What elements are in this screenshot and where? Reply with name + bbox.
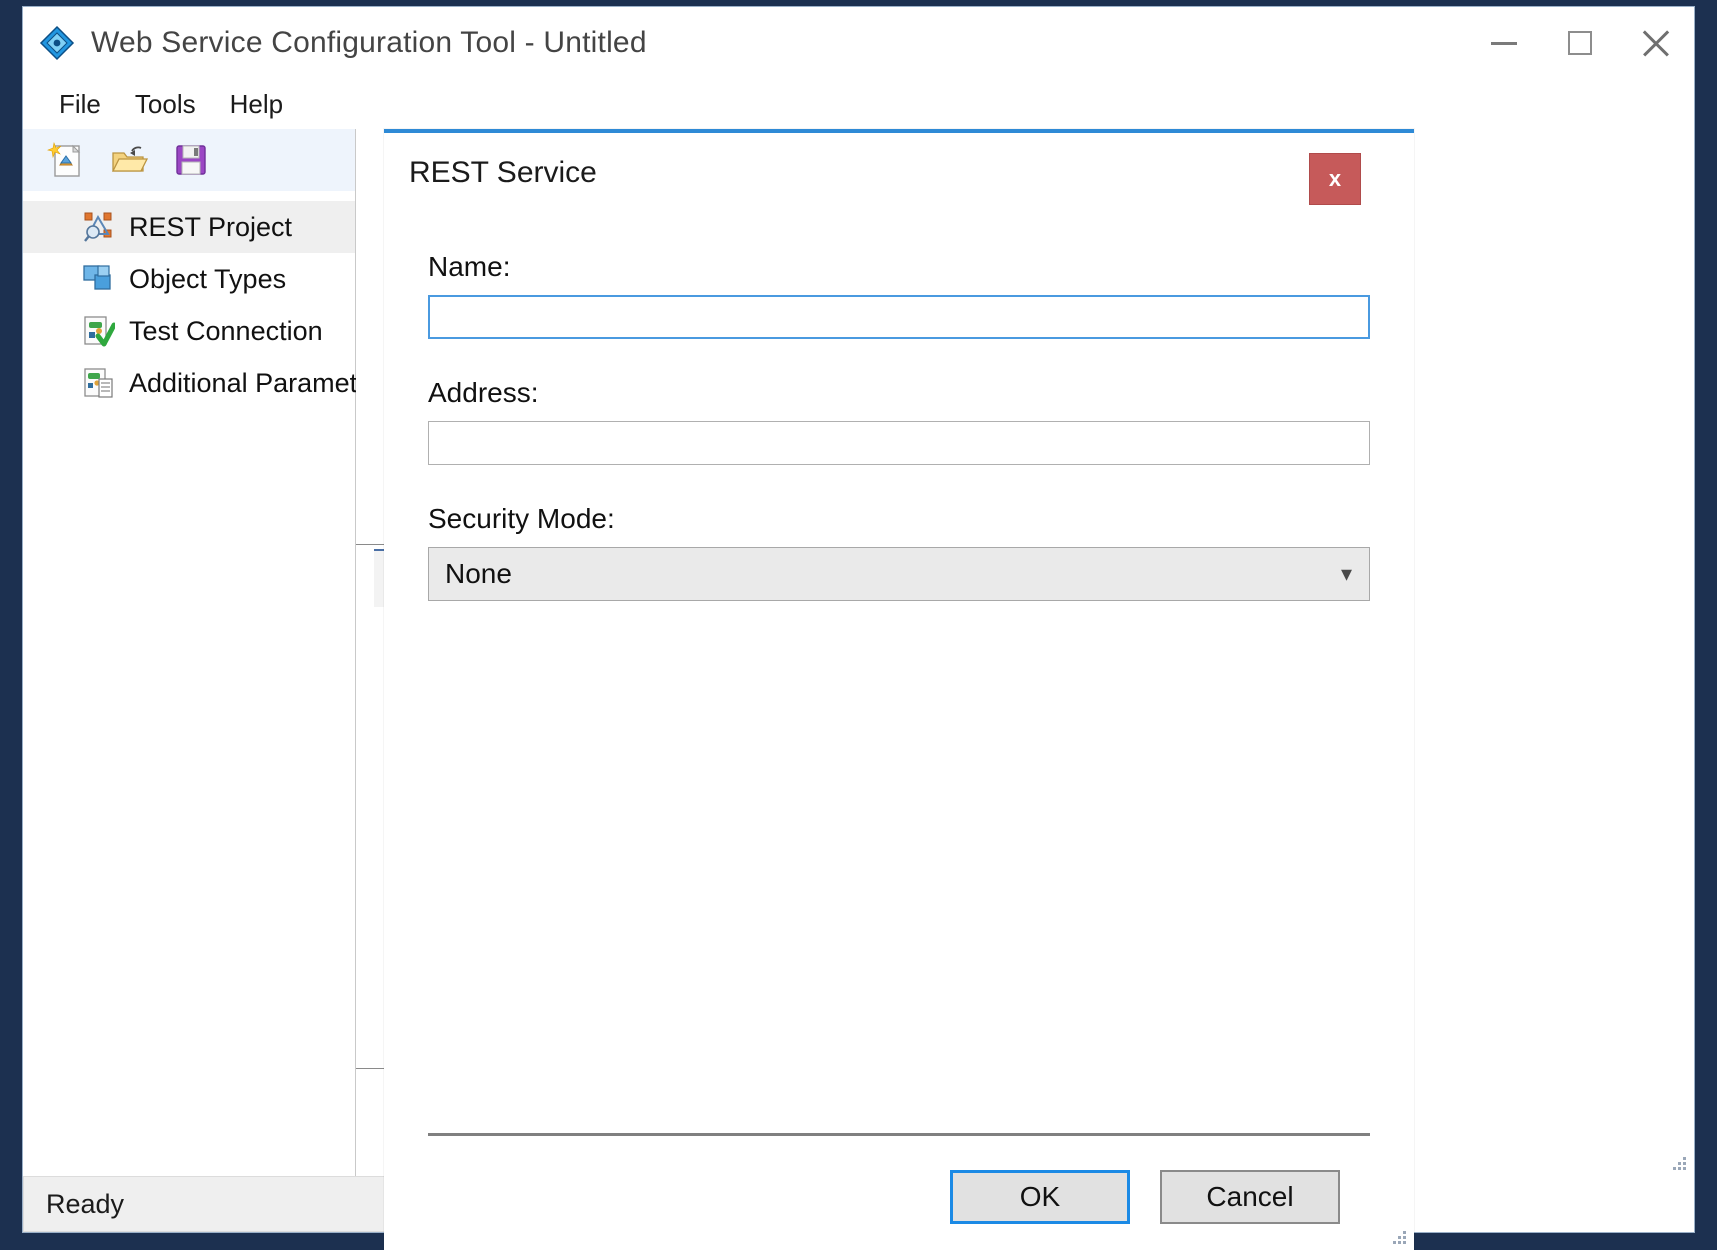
sidebar-item-label: Test Connection (129, 315, 323, 346)
sidebar-item-label: REST Project (129, 211, 293, 242)
diamond-app-icon (39, 25, 75, 61)
project-tree: REST Project Object Types Test Connectio… (23, 191, 358, 1176)
address-label: Address: (428, 377, 539, 408)
application-window: Web Service Configuration Tool - Untitle… (22, 6, 1695, 1250)
rest-project-icon (81, 210, 115, 244)
dialog-resize-grip[interactable] (1382, 1220, 1408, 1246)
cancel-button[interactable]: Cancel (1160, 1170, 1340, 1224)
sidebar-item-test-connection[interactable]: Test Connection (23, 305, 355, 357)
sidebar-item-label: Object Types (129, 263, 287, 294)
rest-service-dialog: REST Service x Name: Address: Security M… (384, 129, 1414, 1250)
sidebar-item-rest-project[interactable]: REST Project (23, 201, 355, 253)
window-resize-grip[interactable] (1662, 1146, 1688, 1172)
address-input[interactable] (428, 421, 1370, 465)
window-title: Web Service Configuration Tool - Untitle… (91, 26, 647, 59)
dialog-header: REST Service x (384, 133, 1414, 213)
maximize-button[interactable] (1542, 7, 1618, 79)
toolbar (23, 129, 355, 191)
minimize-button[interactable] (1466, 7, 1542, 79)
dialog-title: REST Service (409, 156, 597, 189)
sidebar-item-label: Additional Paramet (129, 367, 358, 398)
sidebar-item-additional-parameters[interactable]: Additional Paramet (23, 357, 358, 409)
footer-separator (428, 1133, 1370, 1136)
dialog-body: Name: Address: Security Mode: None ▾ (384, 213, 1414, 1133)
security-mode-select-wrapper: None ▾ (428, 547, 1370, 601)
minimize-icon (1491, 41, 1517, 45)
menu-item-help[interactable]: Help (216, 85, 297, 124)
title-bar: Web Service Configuration Tool - Untitle… (23, 7, 1694, 79)
sidebar: REST Project Object Types Test Connectio… (23, 129, 358, 1176)
save-project-button[interactable] (163, 134, 219, 186)
window-body: REST Project Object Types Test Connectio… (23, 129, 1694, 1250)
menu-bar: File Tools Help (23, 79, 1694, 129)
test-connection-icon (81, 314, 115, 348)
open-project-button[interactable] (101, 134, 157, 186)
additional-parameters-icon (81, 366, 115, 400)
close-icon (1641, 28, 1671, 58)
ok-button[interactable]: OK (950, 1170, 1130, 1224)
new-project-button[interactable] (39, 134, 95, 186)
name-label: Name: (428, 251, 511, 282)
sidebar-item-object-types[interactable]: Object Types (23, 253, 355, 305)
maximize-icon (1568, 31, 1592, 55)
security-mode-select[interactable]: None (428, 547, 1370, 601)
name-input[interactable] (428, 295, 1370, 339)
dialog-footer: OK Cancel (384, 1133, 1414, 1250)
close-window-button[interactable] (1618, 7, 1694, 79)
menu-item-tools[interactable]: Tools (121, 85, 210, 124)
object-types-icon (81, 262, 115, 296)
menu-item-file[interactable]: File (45, 85, 115, 124)
dialog-close-button[interactable]: x (1309, 153, 1361, 205)
window-controls (1466, 7, 1694, 79)
security-mode-label: Security Mode: (428, 503, 615, 534)
dialog-action-buttons: OK Cancel (428, 1170, 1370, 1250)
